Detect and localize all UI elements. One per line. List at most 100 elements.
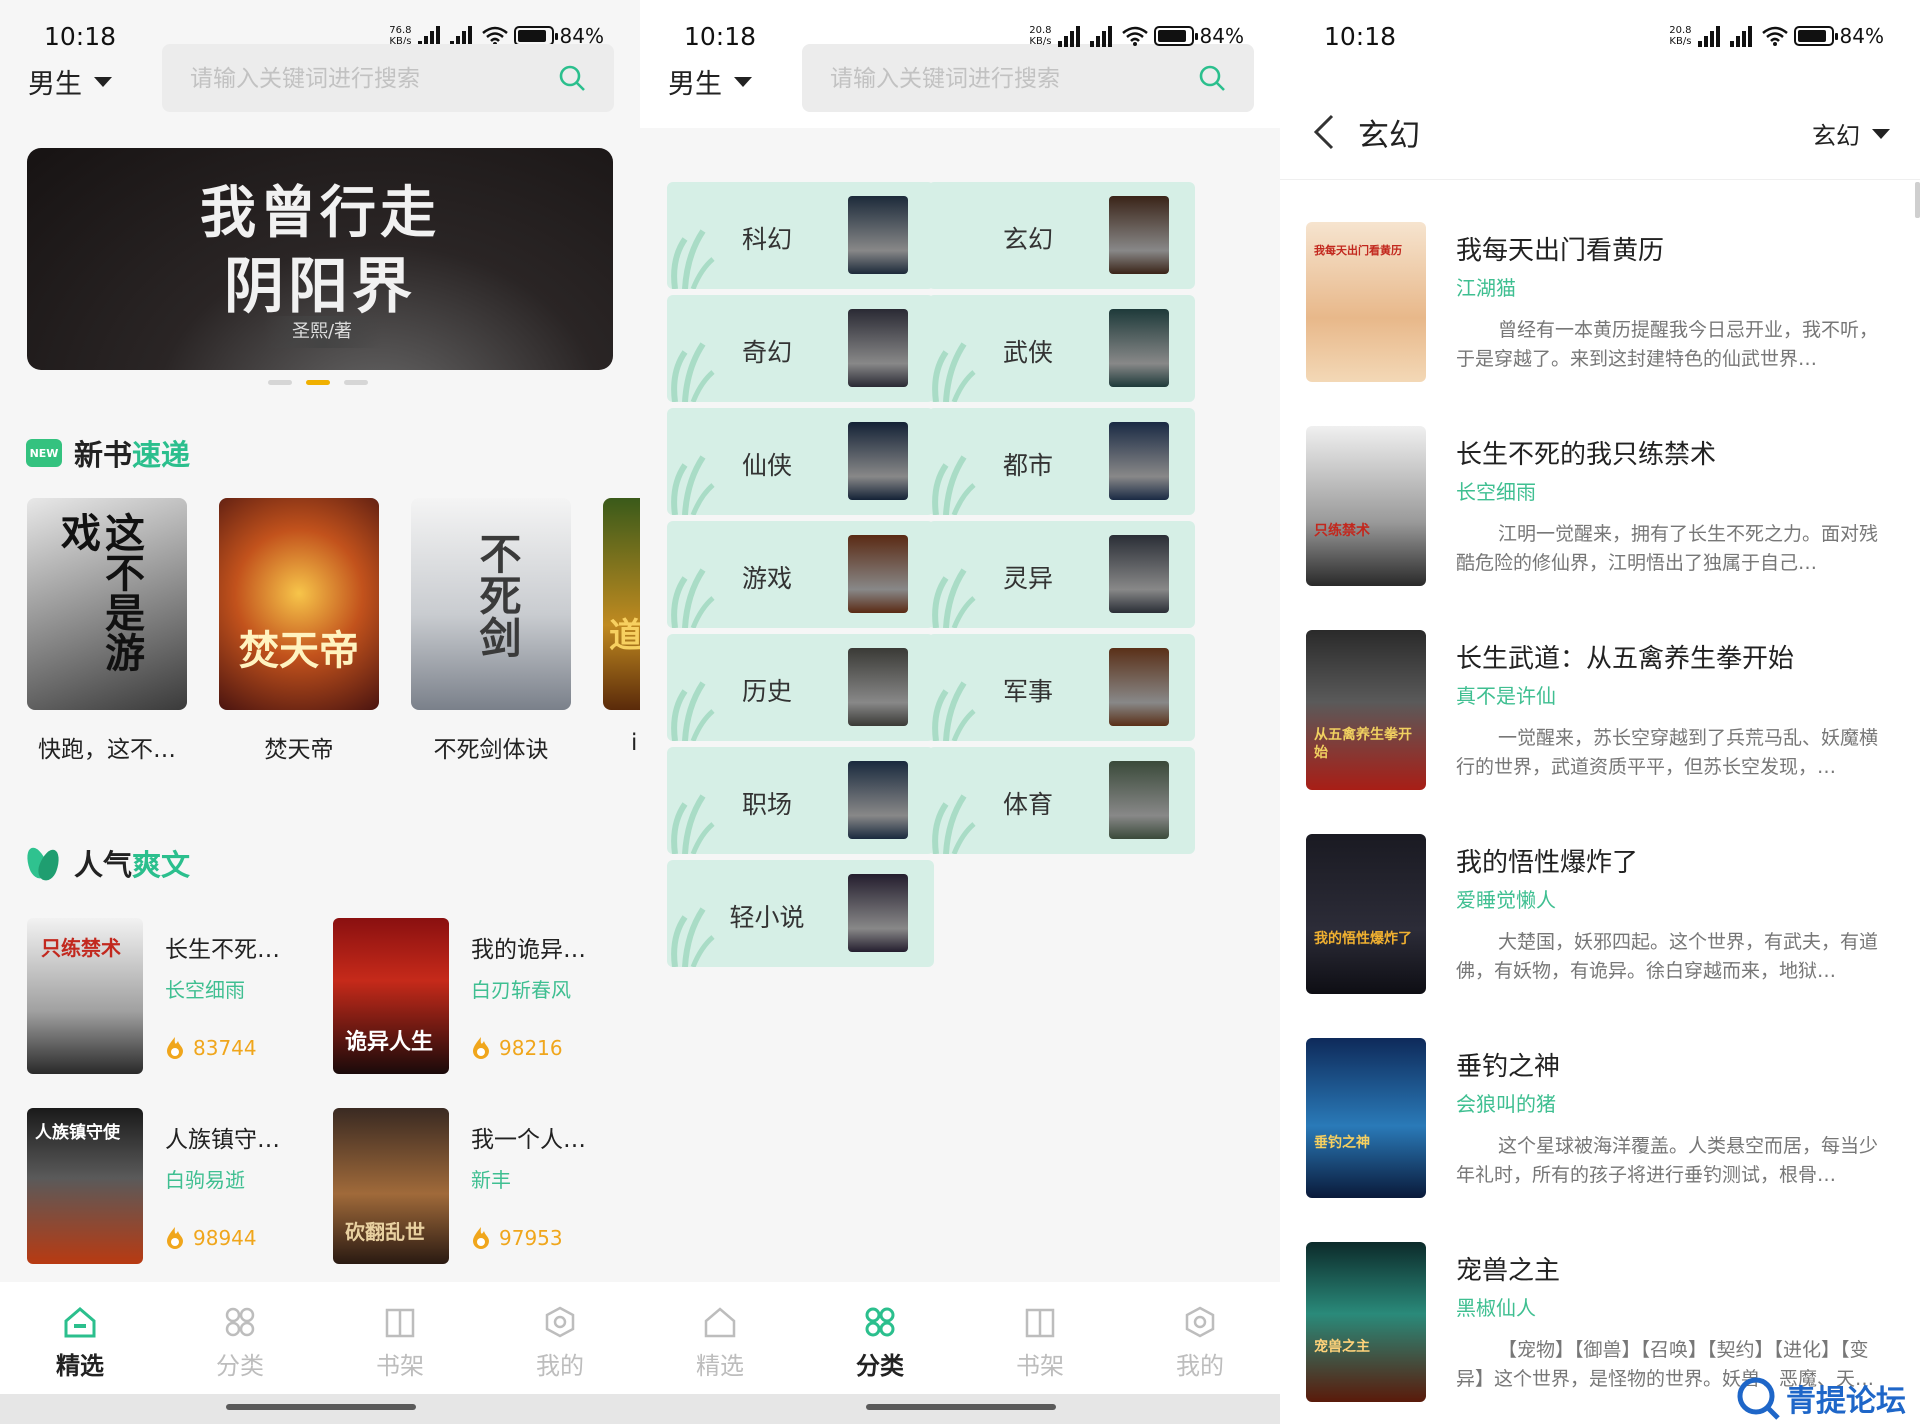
category-card[interactable]: 军事 [928, 634, 1195, 741]
bottom-tab-bar: 精选 分类 书架 我的 [640, 1282, 1280, 1394]
home-indicator[interactable] [226, 1404, 416, 1410]
pager-dot-active[interactable] [306, 380, 330, 385]
tab-category[interactable]: 分类 [160, 1282, 320, 1394]
book-list-item[interactable]: 垂钓之神 垂钓之神 会狼叫的猪 这个星球被海洋覆盖。人类悬空而居，每当少年礼时，所有的… [1306, 1038, 1896, 1198]
status-bar-overlay: 10:18 20.8 KB/s 84% [684, 22, 1244, 51]
tab-category[interactable]: 分类 [800, 1282, 960, 1394]
banner-title-line1: 我曾行走 [200, 180, 440, 246]
category-cover [848, 309, 908, 387]
search-input[interactable] [190, 62, 550, 94]
category-card[interactable]: 职场 [667, 747, 934, 854]
book-title: 我的诡异… [471, 937, 586, 963]
search-icon[interactable] [558, 64, 586, 92]
book-title: 我的悟性爆炸了 [1456, 848, 1639, 878]
category-label: 历史 [741, 677, 792, 706]
book-cover: 我的悟性爆炸了 [1306, 834, 1426, 994]
gender-label: 男生 [668, 69, 722, 100]
heat-count: 83744 [165, 1036, 257, 1060]
tab-bookshelf[interactable]: 书架 [320, 1282, 480, 1394]
category-card[interactable]: 奇幻 [667, 295, 934, 402]
book-card[interactable]: 不死剑 不死剑体诀 [411, 498, 571, 764]
category-cover [848, 422, 908, 500]
book-list-item[interactable]: 从五禽养生拳开始 长生武道：从五禽养生拳开始 真不是许仙 一觉醒来，苏长空穿越到了兵荒… [1306, 630, 1896, 790]
category-card[interactable]: 都市 [928, 408, 1195, 515]
book-author[interactable]: 白刃斩春风 [471, 974, 571, 1003]
back-arrow-icon[interactable] [1312, 112, 1336, 152]
battery-icon [513, 26, 558, 46]
category-cover [1109, 196, 1169, 274]
banner-pager [268, 380, 368, 385]
category-cover [1109, 309, 1169, 387]
search-icon[interactable] [1198, 64, 1226, 92]
category-label: 武侠 [1002, 338, 1053, 367]
book-author[interactable]: 会狼叫的猪 [1456, 1088, 1556, 1117]
book-cover: 这不是游戏 [27, 498, 187, 710]
grid-icon [225, 1307, 255, 1337]
book-author[interactable]: 真不是许仙 [1456, 680, 1556, 709]
popular-book[interactable]: 人族镇守使 人族镇守… 白驹易逝 98944 [27, 1108, 327, 1264]
scrollbar[interactable] [1915, 182, 1920, 218]
pager-dot[interactable] [344, 380, 368, 385]
book-author[interactable]: 长空细雨 [1456, 476, 1536, 505]
tab-mine[interactable]: 我的 [1120, 1282, 1280, 1394]
category-card[interactable]: 科幻 [667, 182, 934, 289]
category-filter-dropdown[interactable]: 玄幻 [1812, 116, 1890, 151]
status-time: 10:18 [1324, 22, 1397, 51]
section-new-books-title: NEW 新书速递 [26, 432, 190, 474]
category-cover [1109, 535, 1169, 613]
category-card[interactable]: 灵异 [928, 521, 1195, 628]
popular-book[interactable]: 砍翻乱世 我一个人… 新丰 97953 [333, 1108, 633, 1264]
book-title: 垂钓之神 [1456, 1052, 1561, 1082]
status-bar: 10:18 20.8KB/s 84% [1280, 22, 1920, 56]
gender-selector[interactable]: 男生 [28, 62, 112, 101]
category-cover [848, 874, 908, 952]
category-card[interactable]: 仙侠 [667, 408, 934, 515]
search-input[interactable] [830, 62, 1190, 94]
tab-featured[interactable]: 精选 [640, 1282, 800, 1394]
category-cover [1109, 761, 1169, 839]
book-card[interactable]: 这不是游戏 快跑，这不… [27, 498, 187, 764]
book-author[interactable]: 新丰 [471, 1164, 511, 1193]
book-card[interactable]: 焚天帝 焚天帝 [219, 498, 379, 764]
book-description: 一觉醒来，苏长空穿越到了兵荒马乱、妖魔横行的世界，武道资质平平，但苏长空发现，… [1456, 727, 1879, 778]
book-list-item[interactable]: 我的悟性爆炸了 我的悟性爆炸了 爱睡觉懒人 大楚国，妖邪四起。这个世界，有武夫，有道佛… [1306, 834, 1896, 994]
grid-icon [865, 1307, 895, 1337]
category-card[interactable]: 武侠 [928, 295, 1195, 402]
book-author[interactable]: 爱睡觉懒人 [1456, 884, 1556, 913]
category-card[interactable]: 体育 [928, 747, 1195, 854]
promo-banner[interactable]: 我曾行走 阴阳界 圣熙/著 [27, 148, 613, 370]
signal-icon [1057, 25, 1084, 47]
signal-icon [1089, 25, 1116, 47]
category-cover [1109, 422, 1169, 500]
home-indicator[interactable] [866, 1404, 1056, 1410]
book-author[interactable]: 黑椒仙人 [1456, 1292, 1536, 1321]
bottom-tab-bar: 精选 分类 书架 我的 [0, 1282, 640, 1394]
category-card[interactable]: 轻小说 [667, 860, 934, 967]
dropdown-arrow-icon [1872, 128, 1890, 139]
popular-book[interactable]: 诡异人生 我的诡异… 白刃斩春风 98216 [333, 918, 633, 1074]
category-label: 游戏 [741, 564, 792, 593]
book-list-item[interactable]: 我每天出门看黄历 我每天出门看黄历 江湖猫 曾经有一本黄历提醒我今日忌开业，我不听，于… [1306, 222, 1896, 382]
book-description: 江明一觉醒来，拥有了长生不死之力。面对残酷危险的修仙界，江明悟出了独属于自己… [1456, 523, 1879, 574]
book-card-partial[interactable]: 道 i [603, 498, 640, 764]
category-card[interactable]: 游戏 [667, 521, 934, 628]
search-box[interactable] [162, 44, 614, 112]
gender-selector[interactable]: 男生 [668, 62, 752, 101]
pager-dot[interactable] [268, 380, 292, 385]
category-card[interactable]: 历史 [667, 634, 934, 741]
category-nav-bar: 玄幻 玄幻 [1280, 98, 1920, 180]
tab-mine[interactable]: 我的 [480, 1282, 640, 1394]
new-books-row: 这不是游戏 快跑，这不… 焚天帝 焚天帝 不死剑 不死剑体诀 道 i [27, 498, 640, 764]
tab-featured[interactable]: 精选 [0, 1282, 160, 1394]
book-cover: 焚天帝 [219, 498, 379, 710]
book-author[interactable]: 江湖猫 [1456, 272, 1516, 301]
book-title: 人族镇守… [165, 1127, 280, 1153]
book-author[interactable]: 长空细雨 [165, 974, 245, 1003]
category-card[interactable]: 玄幻 [928, 182, 1195, 289]
tab-bookshelf[interactable]: 书架 [960, 1282, 1120, 1394]
popular-book[interactable]: 只练禁术 长生不死… 长空细雨 83744 [27, 918, 327, 1074]
book-author[interactable]: 白驹易逝 [165, 1164, 245, 1193]
book-cover: 诡异人生 [333, 918, 449, 1074]
book-list-item[interactable]: 只练禁术 长生不死的我只练禁术 长空细雨 江明一觉醒来，拥有了长生不死之力。面对残酷危… [1306, 426, 1896, 586]
dropdown-arrow-icon [94, 76, 112, 87]
